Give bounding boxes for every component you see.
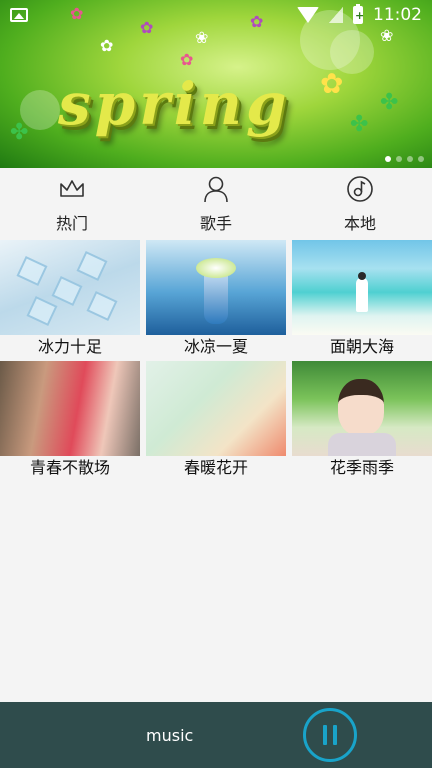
clover-icon: ✤	[350, 112, 369, 137]
album-card[interactable]: 春暖花开	[146, 361, 286, 480]
album-card[interactable]: 冰力十足	[0, 240, 140, 359]
battery-icon: +	[353, 4, 364, 24]
carousel-dot[interactable]	[385, 156, 391, 162]
album-title: 春暖花开	[183, 458, 248, 477]
album-title: 面朝大海	[329, 337, 394, 356]
album-title: 冰凉一夏	[183, 337, 248, 356]
album-title: 冰力十足	[37, 337, 102, 356]
album-card[interactable]: 青春不散场	[0, 361, 140, 480]
clover-icon: ✤	[380, 90, 399, 115]
album-cover	[292, 240, 432, 335]
tab-singer[interactable]: 歌手	[144, 168, 288, 240]
flower-icon: ✿	[320, 67, 344, 100]
person-icon	[203, 174, 229, 204]
album-card[interactable]: 花季雨季	[292, 361, 432, 480]
album-card[interactable]: 面朝大海	[292, 240, 432, 359]
flower-icon: ❀	[195, 28, 209, 47]
carousel-dot[interactable]	[418, 156, 424, 162]
album-cover	[146, 240, 286, 335]
tab-local[interactable]: 本地	[288, 168, 432, 240]
flower-icon: ✿	[180, 50, 194, 69]
flower-icon: ✿	[100, 36, 114, 55]
clover-icon: ✤	[10, 120, 29, 145]
tab-singer-label: 歌手	[199, 214, 232, 233]
crown-icon	[59, 174, 85, 204]
clock: 11:02	[373, 5, 422, 25]
pause-icon-bar	[333, 725, 337, 745]
signal-icon	[329, 7, 343, 23]
pause-icon-bar	[323, 725, 327, 745]
album-cover	[146, 361, 286, 456]
category-tabs: 热门 歌手 本地	[0, 168, 432, 240]
album-cover	[0, 361, 140, 456]
album-cover	[0, 240, 140, 335]
pause-button[interactable]	[303, 708, 357, 762]
album-title: 花季雨季	[329, 458, 394, 477]
tab-hot-label: 热门	[55, 214, 88, 233]
tab-hot[interactable]: 热门	[0, 168, 144, 240]
banner-word: spring	[58, 70, 291, 138]
album-card[interactable]: 冰凉一夏	[146, 240, 286, 359]
carousel-dots	[385, 156, 424, 162]
disc-note-icon	[346, 174, 374, 204]
carousel-dot[interactable]	[407, 156, 413, 162]
album-title: 青春不散场	[29, 458, 110, 477]
mini-player: music	[0, 702, 432, 768]
gallery-notification-icon	[10, 8, 28, 22]
status-bar: + 11:02	[0, 0, 432, 30]
album-cover	[292, 361, 432, 456]
tab-local-label: 本地	[343, 214, 376, 233]
flower-icon: ❀	[380, 26, 394, 45]
album-grid: 冰力十足 冰凉一夏 面朝大海 青春不散场 春暖花开 花季雨季	[0, 240, 432, 480]
wifi-icon	[297, 7, 319, 23]
carousel-dot[interactable]	[396, 156, 402, 162]
player-title: music	[146, 726, 194, 745]
